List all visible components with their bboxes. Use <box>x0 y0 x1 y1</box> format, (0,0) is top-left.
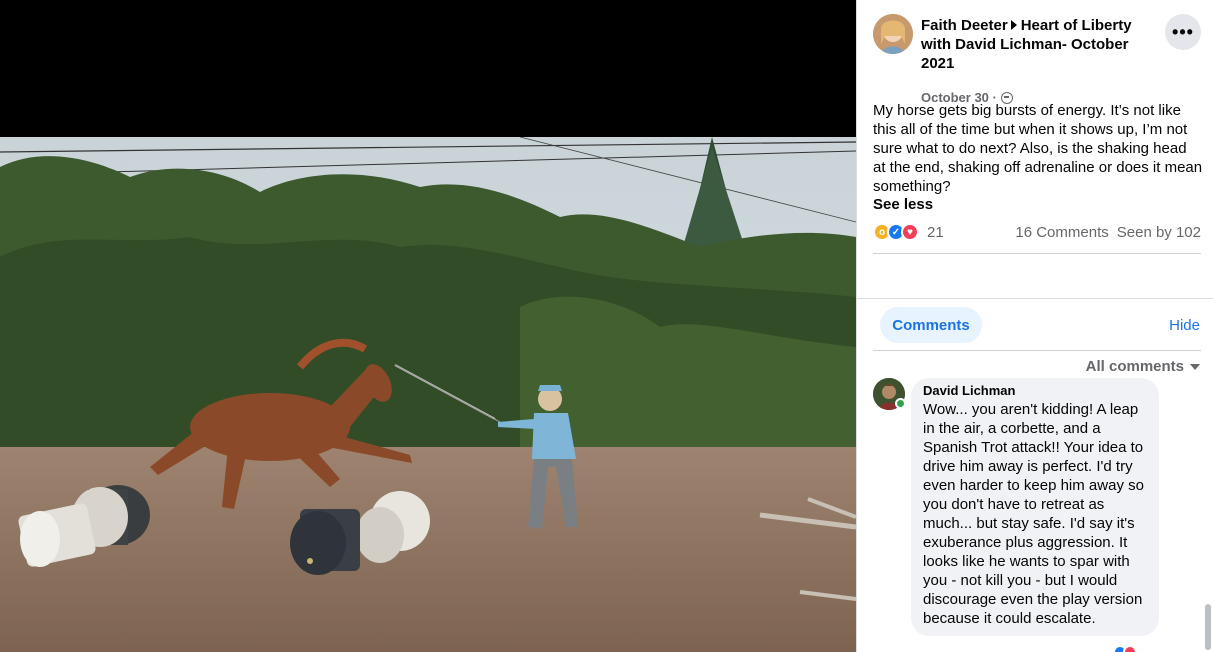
reactions-bar: o ✓ ♥ 21 16 Comments Seen by 102 <box>873 222 1201 242</box>
post-title: Faith Deeter Heart of Liberty with David … <box>921 16 1157 73</box>
section-separator <box>857 298 1213 299</box>
hide-comments-link[interactable]: Hide <box>1169 317 1200 334</box>
post-video[interactable] <box>0 137 856 652</box>
comment-author[interactable]: David Lichman <box>923 382 1147 400</box>
divider <box>873 350 1201 351</box>
arrow-right-icon <box>1010 20 1017 30</box>
comment-filter-label: All comments <box>1085 358 1184 375</box>
post-side-panel: Faith Deeter Heart of Liberty with David … <box>856 0 1213 652</box>
reaction-icons[interactable]: o ✓ ♥ <box>873 223 919 241</box>
video-scene-illustration <box>0 137 856 652</box>
comment-filter-dropdown[interactable]: All comments <box>1086 358 1200 375</box>
media-viewer <box>0 0 856 652</box>
author-avatar-image <box>873 14 913 54</box>
seen-by-count[interactable]: Seen by 102 <box>1117 224 1201 241</box>
post-text: My horse gets big bursts of energy. It’s… <box>873 102 1203 195</box>
scrollbar[interactable] <box>1205 604 1211 650</box>
comments-count[interactable]: 16 Comments <box>1015 224 1108 241</box>
reaction-count[interactable]: 21 <box>927 224 944 241</box>
love-icon <box>1123 645 1137 652</box>
caret-down-icon <box>1190 363 1200 370</box>
post-header: Faith Deeter Heart of Liberty with David … <box>873 14 1201 105</box>
author-name[interactable]: Faith Deeter <box>921 17 1008 34</box>
see-less-link[interactable]: See less <box>873 196 933 213</box>
comment-bubble: David Lichman Wow... you aren't kidding!… <box>911 378 1159 636</box>
love-icon: ♥ <box>901 223 919 241</box>
post-stats: 16 Comments Seen by 102 <box>1015 224 1201 241</box>
comments-tab[interactable]: Comments <box>880 307 982 343</box>
comment-reaction-icons[interactable] <box>1113 645 1137 652</box>
author-avatar[interactable] <box>873 14 913 54</box>
divider <box>873 253 1201 254</box>
online-status-icon <box>895 398 906 409</box>
more-options-button[interactable]: ••• <box>1165 14 1201 50</box>
comment-text: Wow... you aren't kidding! A leap in the… <box>923 401 1144 627</box>
